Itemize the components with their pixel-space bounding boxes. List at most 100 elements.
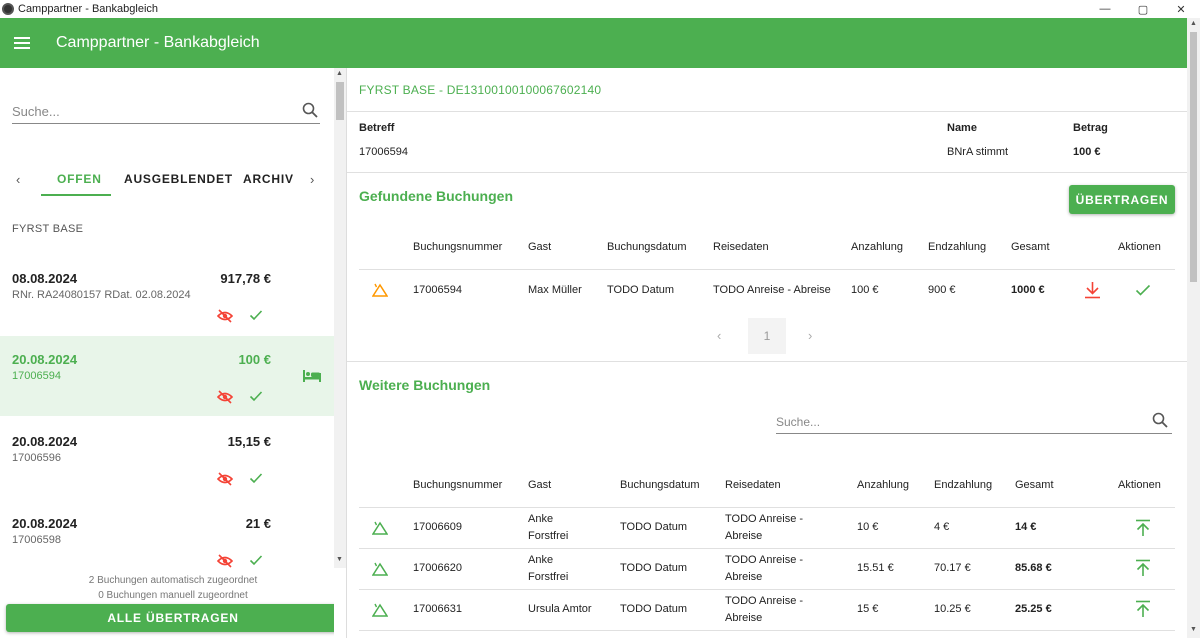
scroll-down-arrow-icon[interactable]: ▼ — [1190, 626, 1197, 633]
col-buchungsnummer: Buchungsnummer — [413, 479, 503, 491]
upload-arrow-icon[interactable] — [1135, 600, 1151, 618]
app-bar: Camppartner - Bankabgleich — [0, 18, 1200, 68]
bookings-search-placeholder: Suche... — [776, 415, 821, 429]
app-title: Camppartner - Bankabgleich — [56, 34, 260, 51]
col-buchungsnummer: Buchungsnummer — [413, 241, 503, 253]
pager-next-chevron-icon[interactable]: › — [808, 328, 812, 343]
col-endzahlung: Endzahlung — [934, 479, 993, 491]
search-icon[interactable] — [302, 102, 318, 118]
col-gast: Gast — [528, 241, 552, 253]
cell-reisedaten-line2: Abreise — [725, 612, 763, 624]
confirm-check-icon[interactable] — [249, 390, 263, 402]
found-bookings-title: Gefundene Buchungen — [359, 188, 513, 204]
list-scrollbar[interactable]: ▲ ▼ — [334, 68, 346, 568]
cell-gast: Max Müller — [528, 284, 582, 296]
table-divider — [359, 269, 1175, 270]
hide-eye-off-icon[interactable] — [217, 309, 233, 323]
transaction-reference: 17006596 — [12, 452, 61, 464]
cell-gesamt: 14 € — [1015, 521, 1037, 533]
cell-buchungsnummer: 17006594 — [413, 284, 462, 296]
confirm-check-icon[interactable] — [249, 472, 263, 484]
col-buchungsdatum: Buchungsdatum — [607, 241, 687, 253]
scroll-thumb[interactable] — [336, 82, 344, 120]
tab-archiv[interactable]: ARCHIV — [243, 172, 294, 186]
cell-endzahlung: 10.25 € — [934, 603, 971, 615]
col-anzahlung: Anzahlung — [857, 479, 909, 491]
transfer-button[interactable]: ÜBERTRAGEN — [1069, 185, 1175, 214]
cell-gesamt: 85.68 € — [1015, 562, 1052, 574]
pager-prev-chevron-icon[interactable]: ‹ — [717, 328, 721, 343]
menu-icon[interactable] — [14, 37, 30, 49]
transaction-list-panel: Suche... ‹ OFFEN AUSGEBLENDET ARCHIV › F… — [0, 68, 334, 638]
manual-assigned-info: 0 Buchungen manuell zugeordnet — [98, 590, 248, 601]
bed-icon — [303, 370, 321, 382]
bookings-search-input[interactable]: Suche... — [776, 408, 1172, 434]
cell-anzahlung: 15 € — [857, 603, 879, 615]
upload-arrow-icon[interactable] — [1135, 519, 1151, 537]
betrag-value: 100 € — [1073, 146, 1101, 158]
cell-reisedaten-line2: Abreise — [725, 530, 763, 542]
table-divider — [359, 507, 1175, 508]
col-reisedaten: Reisedaten — [713, 241, 769, 253]
transaction-date: 20.08.2024 — [12, 516, 78, 531]
close-button[interactable]: ✕ — [1162, 0, 1200, 18]
hide-eye-off-icon[interactable] — [217, 472, 233, 486]
upload-arrow-icon[interactable] — [1135, 559, 1151, 577]
minimize-button[interactable]: — — [1086, 0, 1124, 18]
row-divider — [359, 630, 1175, 631]
triangle-icon — [372, 521, 388, 535]
hide-eye-off-icon[interactable] — [217, 554, 233, 568]
divider — [347, 111, 1187, 112]
pager-current-page[interactable]: 1 — [748, 318, 786, 354]
transaction-item[interactable]: 20.08.2024 21 € 17006598 — [0, 500, 334, 580]
col-gast: Gast — [528, 479, 552, 491]
status-tabs: ‹ OFFEN AUSGEBLENDET ARCHIV › — [0, 166, 334, 198]
confirm-check-icon[interactable] — [1135, 284, 1151, 296]
name-value: BNrA stimmt — [947, 146, 1009, 158]
tabs-prev-chevron-icon[interactable]: ‹ — [16, 172, 20, 187]
transaction-item[interactable]: 20.08.2024 15,15 € 17006596 — [0, 418, 334, 498]
scroll-up-arrow-icon[interactable]: ▲ — [1190, 20, 1197, 27]
cell-buchungsdatum: TODO Datum — [620, 521, 688, 533]
cell-gast-line2: Forstfrei — [528, 530, 569, 542]
col-aktionen: Aktionen — [1118, 479, 1161, 491]
transaction-item[interactable]: 08.08.2024 917,78 € RNr. RA24080157 RDat… — [0, 255, 334, 335]
transaction-date: 20.08.2024 — [12, 352, 78, 367]
cell-gesamt: 25.25 € — [1015, 603, 1052, 615]
list-search-input[interactable]: Suche... — [12, 98, 320, 124]
transaction-reference: RNr. RA24080157 RDat. 02.08.2024 — [12, 289, 191, 301]
betreff-value: 17006594 — [359, 146, 408, 158]
tab-ausgeblendet[interactable]: AUSGEBLENDET — [124, 172, 233, 186]
tab-offen[interactable]: OFFEN — [57, 172, 102, 186]
cell-buchungsnummer: 17006620 — [413, 562, 462, 574]
cell-reisedaten: TODO Anreise - Abreise — [713, 284, 831, 296]
scroll-down-arrow-icon[interactable]: ▼ — [336, 556, 343, 563]
detail-scrollbar[interactable]: ▲ ▼ — [1187, 18, 1200, 638]
hide-eye-off-icon[interactable] — [217, 390, 233, 404]
transaction-reference: 17006594 — [12, 370, 61, 382]
detail-panel: FYRST BASE - DE13100100100067602140 Betr… — [347, 68, 1187, 638]
transaction-item-selected[interactable]: 20.08.2024 100 € 17006594 — [0, 336, 334, 416]
cell-buchungsnummer: 17006631 — [413, 603, 462, 615]
auto-assigned-info: 2 Buchungen automatisch zugeordnet — [88, 575, 258, 586]
scroll-thumb[interactable] — [1190, 32, 1197, 282]
maximize-button[interactable]: ▢ — [1124, 0, 1162, 18]
col-gesamt: Gesamt — [1015, 479, 1054, 491]
transfer-all-button[interactable]: ALLE ÜBERTRAGEN — [6, 604, 334, 632]
row-divider — [359, 589, 1175, 590]
confirm-check-icon[interactable] — [249, 554, 263, 566]
download-arrow-icon[interactable] — [1084, 281, 1101, 299]
col-reisedaten: Reisedaten — [725, 479, 781, 491]
col-endzahlung: Endzahlung — [928, 241, 987, 253]
tabs-next-chevron-icon[interactable]: › — [310, 172, 314, 187]
search-icon[interactable] — [1152, 412, 1168, 428]
warning-triangle-icon — [372, 283, 388, 297]
transaction-amount: 21 € — [245, 516, 271, 531]
confirm-check-icon[interactable] — [249, 309, 263, 321]
account-title: FYRST BASE - DE13100100100067602140 — [359, 83, 602, 97]
col-anzahlung: Anzahlung — [851, 241, 903, 253]
divider — [347, 172, 1187, 173]
scroll-up-arrow-icon[interactable]: ▲ — [336, 70, 343, 77]
transaction-reference: 17006598 — [12, 534, 61, 546]
account-group-label: FYRST BASE — [12, 223, 84, 235]
